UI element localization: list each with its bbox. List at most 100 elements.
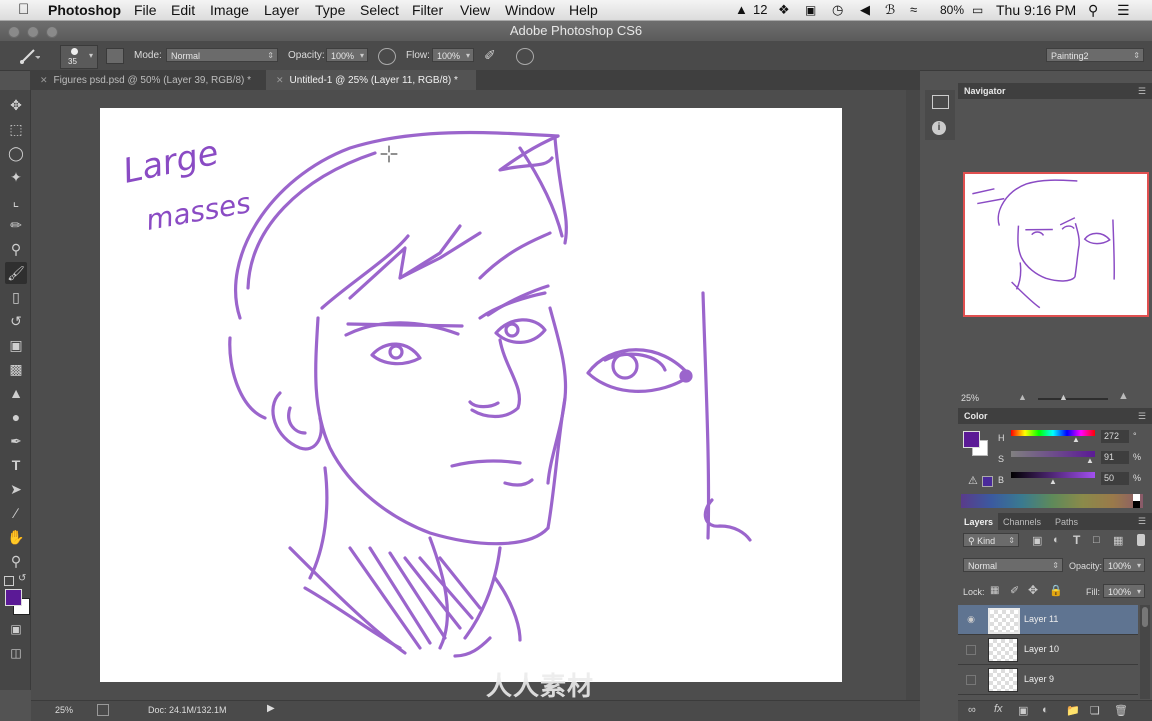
scrollbar-thumb[interactable] xyxy=(1142,607,1148,627)
blend-mode-dropdown[interactable]: Normal ⇕ xyxy=(963,558,1063,572)
dropbox-icon[interactable]: ❖ xyxy=(778,1,790,19)
zoom-tool-icon[interactable]: ⚲ xyxy=(5,550,27,572)
menu-type[interactable]: Type xyxy=(315,1,345,19)
ramp-black-swatch[interactable] xyxy=(1133,501,1140,508)
zoom-window-button[interactable] xyxy=(46,26,58,38)
hue-slider-thumb-icon[interactable]: ▲ xyxy=(1072,435,1080,444)
mode-dropdown[interactable]: Normal ⇕ xyxy=(166,48,278,62)
eraser-tool-icon[interactable]: ▣ xyxy=(5,334,27,356)
minimize-window-button[interactable] xyxy=(27,26,39,38)
magic-wand-tool-icon[interactable]: ✦ xyxy=(5,166,27,188)
close-tab-icon[interactable]: ✕ xyxy=(40,75,48,85)
navigator-zoom-slider[interactable] xyxy=(1038,398,1108,400)
tab-layers[interactable]: Layers xyxy=(964,514,993,530)
hue-slider[interactable] xyxy=(1011,430,1095,436)
panel-menu-icon[interactable]: ☰ xyxy=(1138,83,1146,99)
screen-mode-icon[interactable]: ◫ xyxy=(5,642,27,664)
saturation-field[interactable]: 91 xyxy=(1101,451,1129,464)
blur-tool-icon[interactable]: ▲ xyxy=(5,382,27,404)
info-panel-icon[interactable]: i xyxy=(932,121,946,135)
healing-brush-tool-icon[interactable]: ⚲ xyxy=(5,238,27,260)
filter-toggle-icon[interactable] xyxy=(1137,534,1145,546)
menu-layer[interactable]: Layer xyxy=(264,1,299,19)
spotlight-icon[interactable]: ⚲ xyxy=(1088,1,1098,19)
menu-window[interactable]: Window xyxy=(505,1,555,19)
notification-center-icon[interactable]: ☰ xyxy=(1117,1,1130,19)
eyedropper-tool-icon[interactable]: ✏ xyxy=(5,214,27,236)
color-title[interactable]: Color xyxy=(964,408,988,424)
layer-name[interactable]: Layer 11 xyxy=(1024,614,1058,624)
brush-tool-icon[interactable]: 🖌 xyxy=(5,262,27,284)
panel-menu-icon[interactable]: ☰ xyxy=(1138,408,1146,424)
navigator-zoom[interactable]: 25% xyxy=(961,393,979,403)
adjustment-layer-icon[interactable]: ◐ xyxy=(1042,704,1049,716)
menu-help[interactable]: Help xyxy=(569,1,598,19)
layer-row-layer-10[interactable]: Layer 10 xyxy=(958,635,1138,665)
close-window-button[interactable] xyxy=(8,26,20,38)
display-icon[interactable]: ▣ xyxy=(805,1,816,19)
adobe-icon[interactable]: ▲ xyxy=(735,1,748,19)
close-tab-icon[interactable]: ✕ xyxy=(276,75,284,85)
lock-all-icon[interactable]: 🔒 xyxy=(1049,584,1063,597)
workspace-dropdown[interactable]: Painting2 ⇕ xyxy=(1046,48,1144,62)
volume-icon[interactable]: ◀ xyxy=(860,1,870,19)
brush-preset-icon[interactable] xyxy=(18,47,40,65)
layer-row-layer-9[interactable]: Layer 9 xyxy=(958,665,1138,695)
gradient-tool-icon[interactable]: ▩ xyxy=(5,358,27,380)
ramp-white-swatch[interactable] xyxy=(1133,494,1140,501)
foreground-color-swatch[interactable] xyxy=(5,589,22,606)
tab-untitled-1[interactable]: ✕ Untitled-1 @ 25% (Layer 11, RGB/8) * xyxy=(266,70,476,90)
apple-icon[interactable]:  xyxy=(18,1,29,19)
new-group-icon[interactable]: 📁 xyxy=(1066,704,1080,717)
history-panel-icon[interactable] xyxy=(932,95,949,109)
zoom-level[interactable]: 25% xyxy=(55,705,73,715)
delete-layer-icon[interactable]: 🗑 xyxy=(1114,704,1128,717)
path-selection-tool-icon[interactable]: ➤ xyxy=(5,478,27,500)
color-ramp[interactable] xyxy=(961,494,1143,508)
saturation-slider[interactable] xyxy=(1011,451,1095,457)
brush-panel-toggle-icon[interactable] xyxy=(106,48,124,64)
add-mask-icon[interactable]: ▣ xyxy=(1018,704,1028,717)
default-colors-icon[interactable] xyxy=(4,576,14,586)
visibility-toggle[interactable] xyxy=(966,645,976,655)
lock-position-icon[interactable]: ✥ xyxy=(1028,583,1038,597)
brightness-field[interactable]: 50 xyxy=(1101,472,1129,485)
layer-row-layer-11[interactable]: ◉ Layer 11 xyxy=(958,605,1138,635)
line-tool-icon[interactable]: ∕ xyxy=(5,502,27,524)
menu-view[interactable]: View xyxy=(460,1,490,19)
brush-size-picker[interactable]: 35 ▾ xyxy=(60,45,98,69)
wifi-icon[interactable]: ≈ xyxy=(910,1,917,19)
marquee-tool-icon[interactable]: ⬚ xyxy=(5,118,27,140)
menu-image[interactable]: Image xyxy=(210,1,249,19)
clone-stamp-tool-icon[interactable]: ▯ xyxy=(5,286,27,308)
filter-type-icon[interactable]: T xyxy=(1073,533,1080,547)
pressure-opacity-icon[interactable] xyxy=(378,48,396,65)
web-safe-swatch[interactable] xyxy=(982,476,993,487)
opacity-field[interactable]: 100% ▾ xyxy=(326,48,368,62)
crop-tool-icon[interactable]: ⌞ xyxy=(5,190,27,212)
battery-icon[interactable]: ▭ xyxy=(972,1,983,19)
tab-paths[interactable]: Paths xyxy=(1055,514,1078,530)
menu-edit[interactable]: Edit xyxy=(171,1,195,19)
layer-fill-field[interactable]: 100% ▾ xyxy=(1103,584,1145,598)
bluetooth-icon[interactable]: ℬ xyxy=(885,1,895,19)
navigator-thumbnail[interactable] xyxy=(963,172,1149,317)
filter-shape-icon[interactable]: □ xyxy=(1093,534,1100,546)
filter-smart-object-icon[interactable]: ▦ xyxy=(1113,534,1123,547)
saturation-slider-thumb-icon[interactable]: ▲ xyxy=(1086,456,1094,465)
link-layers-icon[interactable]: ∞ xyxy=(968,704,976,716)
zoom-in-icon[interactable]: ▲ xyxy=(1118,390,1129,402)
pen-tool-icon[interactable]: ✒ xyxy=(5,430,27,452)
new-layer-icon[interactable]: ❏ xyxy=(1090,704,1100,717)
menu-filter[interactable]: Filter xyxy=(412,1,443,19)
layer-name[interactable]: Layer 9 xyxy=(1024,674,1054,684)
status-menu-icon[interactable] xyxy=(97,704,109,716)
zoom-out-icon[interactable]: ▲ xyxy=(1018,392,1027,402)
move-tool-icon[interactable]: ✥ xyxy=(5,94,27,116)
brightness-slider-thumb-icon[interactable]: ▲ xyxy=(1049,477,1057,486)
app-menu[interactable]: Photoshop xyxy=(48,1,121,19)
time-machine-icon[interactable]: ◷ xyxy=(832,1,843,19)
menu-select[interactable]: Select xyxy=(360,1,399,19)
swap-colors-icon[interactable]: ↺ xyxy=(18,573,26,584)
status-play-icon[interactable]: ▶ xyxy=(267,703,275,714)
